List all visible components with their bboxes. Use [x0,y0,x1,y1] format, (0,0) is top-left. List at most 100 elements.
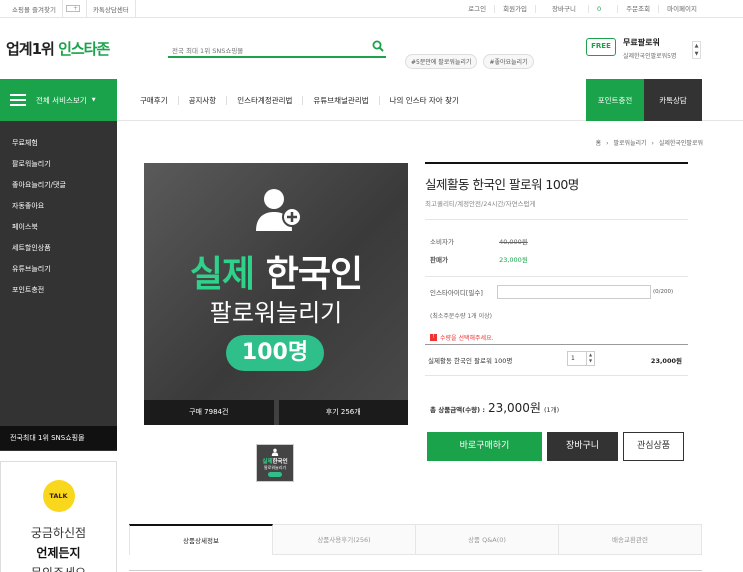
wishlist-button[interactable]: 관심상품 [623,432,684,461]
product-desc: 최고퀄리티/계정안전/24시간/자연스럽게 [425,200,536,208]
buy-now-button[interactable]: 바로구매하기 [427,432,542,461]
mypage-link[interactable]: 마이페이지 [658,4,705,13]
orders-link[interactable]: 주문조회 [617,4,658,13]
tab-shipping[interactable]: 배송교환관련 [559,524,702,555]
kakao-consult-button[interactable]: 카톡상담 [644,79,702,121]
add-user-icon [256,189,302,231]
product-thumbnail[interactable]: 실제한국인 팔로워늘리기 [256,444,294,482]
nav-menu: 구매후기 공지사항 인스타계정관리법 유튜브채널관리법 나의 인스타 자아 찾기 [130,79,469,121]
selected-option: 실제활동 한국인 팔로워 100명 1 ▲ ▼ 23,000원 [425,344,688,376]
arrow-down-icon[interactable]: ▼ [695,51,699,57]
insta-id-input[interactable] [497,285,651,299]
breadcrumb-home[interactable]: 홈 [596,140,602,147]
image-headline: 실제 한국인 [144,245,408,297]
all-services-label: 전체 서비스보기 [36,95,87,105]
headline-green: 실제 [189,254,255,295]
join-link[interactable]: 회원가입 [494,4,535,13]
bookmark-label: 쇼핑몰 즐겨찾기 [6,0,63,17]
insta-id-label: 인스타아이디[필수] [430,289,483,297]
search-tags: #5분만에 팔로워늘리기 #좋아요늘리기 [405,54,534,69]
sidebar-slogan: 전국최대 1위 SNS쇼핑몰 [0,426,117,450]
nav-item-youtube-guide[interactable]: 유튜브채널관리법 [302,95,378,105]
sale-price: 23,000원 [499,256,528,264]
product-info: 실제활동 한국인 팔로워 100명 최고퀄리티/계정안전/24시간/자연스럽게 [425,162,688,208]
insta-id-count: (0/200) [653,289,674,295]
consumer-price-row: 소비자가 40,000원 [430,236,528,246]
warning-icon: ! [430,334,437,341]
nav-item-insta-guide[interactable]: 인스타계정관리법 [226,95,302,105]
sale-price-label: 판매가 [430,256,448,264]
product-main-image[interactable]: 실제 한국인 팔로워늘리기 100명 구매 7984건 후기 256개 [144,163,408,425]
sale-price-row: 판매가 23,000원 [430,254,528,264]
tag-likes[interactable]: #좋아요늘리기 [483,54,534,69]
total-label: 총 상품금액(수량) : [430,406,485,414]
total-price: 총 상품금액(수량) : 23,000원 (1개) [430,399,559,416]
cart-count: 0 [588,4,610,13]
arrow-up-icon[interactable]: ▲ [695,43,699,49]
site-logo[interactable]: 업계1위 인스타존 [6,38,110,59]
free-follower-promo[interactable]: 무료팔로워 실제한국인팔로워5명 [623,37,677,60]
option-price: 23,000원 [650,357,682,365]
breadcrumb-category[interactable]: 팔로워늘리기 [613,140,646,147]
image-stats: 구매 7984건 후기 256개 [144,400,408,425]
sidebar-item-auto-likes[interactable]: 자동좋아요 [0,202,117,223]
kakao-center-link[interactable]: 카톡상담센터 [87,0,136,17]
stepper-arrows-icon[interactable]: ▲ ▼ [586,352,594,365]
all-services-button[interactable]: 전체 서비스보기 ▼ [0,79,117,121]
add-to-cart-button[interactable]: 장바구니 [547,432,618,461]
logo-dark-text: 업계1위 [6,40,55,58]
headline-white: 한국인 [265,254,363,295]
login-link[interactable]: 로그인 [460,5,494,13]
nav-item-insta-self[interactable]: 나의 인스타 자아 찾기 [378,95,469,105]
sidebar-item-followers[interactable]: 팔로워늘리기 [0,160,117,181]
review-count: 후기 256개 [278,400,408,425]
main-nav: 전체 서비스보기 ▼ 구매후기 공지사항 인스타계정관리법 유튜브채널관리법 나… [0,79,743,121]
breadcrumb: 홈 › 팔로워늘리기 › 실제한국인팔로워 [593,138,703,147]
breadcrumb-current[interactable]: 실제한국인팔로워 [659,140,703,147]
chevron-right-icon: › [651,140,654,147]
quantity-value: 1 [571,355,575,362]
free-badge[interactable]: FREE [586,38,616,56]
sidebar-item-facebook[interactable]: 페이스북 [0,223,117,244]
talk-line-2: 언제든지 [36,546,81,560]
nav-item-reviews[interactable]: 구매후기 [130,96,178,105]
sidebar-item-point-charge[interactable]: 포인트충전 [0,286,117,307]
thumb-sub: 팔로워늘리기 [263,465,287,470]
chevron-right-icon: › [606,140,609,147]
consumer-price-label: 소비자가 [430,238,454,246]
search-icon[interactable] [372,40,384,52]
detail-tabs: 상품상세정보 상품사용후기(256) 상품 Q&A(0) 배송교환관련 [129,524,702,555]
sidebar-item-free-trial[interactable]: 무료체험 [0,139,117,160]
kakao-talk-icon: TALK [42,480,75,512]
total-value: 23,000원 [487,401,541,415]
quantity-pill: 100명 [226,335,324,371]
tab-product-detail[interactable]: 상품상세정보 [129,524,273,555]
promo-arrows[interactable]: ▲ ▼ [692,41,701,59]
top-utility-bar: 쇼핑몰 즐겨찾기 + 카톡상담센터 로그인 회원가입 장바구니 0 주문조회 마이… [0,0,743,18]
image-subheadline: 팔로워늘리기 [209,299,343,327]
divider [129,570,702,571]
sidebar-item-likes[interactable]: 좋아요늘리기/댓글 [0,181,117,202]
search-input[interactable] [168,42,358,60]
tab-qna[interactable]: 상품 Q&A(0) [416,524,559,555]
cart-link-label: 장바구니 [552,4,576,13]
sidebar-item-youtube[interactable]: 유튜브늘리기 [0,265,117,286]
talk-line-1: 궁금하신점 [30,526,87,540]
tag-follower[interactable]: #5분만에 팔로워늘리기 [405,54,478,69]
sidebar-item-set-discount[interactable]: 세트할인상품 [0,244,117,265]
user-icon [271,448,279,456]
tab-reviews[interactable]: 상품사용후기(256) [273,524,416,555]
point-charge-button[interactable]: 포인트충전 [586,79,644,121]
hamburger-icon [10,94,26,106]
kakao-talk-banner[interactable]: TALK 궁금하신점 언제든지 문의주세요 [0,461,117,572]
nav-item-notice[interactable]: 공지사항 [177,95,227,105]
quantity-warning: ! 수량을 선택해주세요. [430,333,494,342]
total-count: (1개) [543,406,560,414]
option-name: 실제활동 한국인 팔로워 100명 [428,357,513,365]
quantity-stepper[interactable]: 1 ▲ ▼ [567,351,595,366]
cart-link[interactable]: 장바구니 0 [535,4,617,13]
consumer-price: 40,000원 [499,238,528,246]
talk-line-3: 문의주세요 [1,564,116,572]
product-title: 실제활동 한국인 팔로워 100명 [425,177,579,192]
bookmark-link[interactable]: 쇼핑몰 즐겨찾기 + [0,0,87,17]
